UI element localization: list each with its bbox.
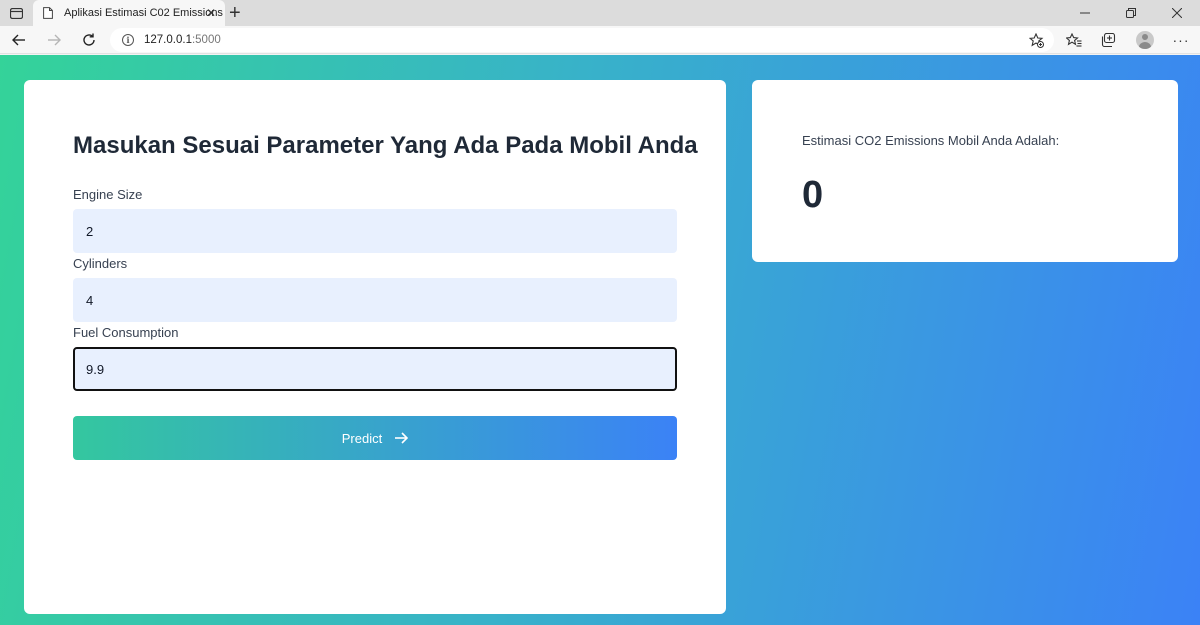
engine-size-input[interactable] [73, 209, 677, 253]
page-favicon-icon [43, 6, 55, 20]
fuel-consumption-label: Fuel Consumption [73, 325, 179, 340]
page-viewport: Masukan Sesuai Parameter Yang Ada Pada M… [0, 55, 1200, 625]
form-card: Masukan Sesuai Parameter Yang Ada Pada M… [24, 80, 726, 614]
result-label: Estimasi CO2 Emissions Mobil Anda Adalah… [802, 133, 1060, 148]
browser-tab-bar: Aplikasi Estimasi C02 Emissions ✕ + [0, 0, 1200, 26]
result-value: 0 [802, 174, 824, 216]
predict-button[interactable]: Predict [73, 416, 677, 460]
predict-button-label: Predict [341, 430, 383, 446]
profile-avatar-icon[interactable] [1134, 30, 1156, 50]
fuel-consumption-input[interactable] [73, 347, 677, 391]
url-text: 127.0.0.1:5000 [144, 34, 221, 46]
favorite-star-add-icon[interactable] [1028, 32, 1044, 48]
info-icon[interactable]: i [122, 34, 134, 46]
window-icon[interactable] [8, 5, 24, 21]
result-card: Estimasi CO2 Emissions Mobil Anda Adalah… [752, 80, 1178, 262]
forward-arrow-icon[interactable] [43, 30, 65, 50]
new-tab-button[interactable]: + [229, 3, 241, 23]
refresh-icon[interactable] [78, 30, 100, 50]
back-arrow-icon[interactable] [8, 30, 30, 50]
favorites-icon[interactable] [1063, 30, 1085, 50]
tab-close-icon[interactable]: ✕ [206, 6, 216, 20]
cylinders-label: Cylinders [73, 256, 128, 271]
arrow-right-icon [394, 432, 409, 444]
cylinders-input[interactable] [73, 278, 677, 322]
tab-title: Aplikasi Estimasi C02 Emissions [64, 7, 223, 19]
close-window-icon[interactable] [1154, 0, 1200, 26]
browser-address-bar: i 127.0.0.1:5000 ··· [0, 26, 1200, 54]
more-options-icon[interactable]: ··· [1170, 30, 1192, 50]
form-title: Masukan Sesuai Parameter Yang Ada Pada M… [73, 132, 698, 159]
url-bar[interactable]: i 127.0.0.1:5000 [110, 28, 1054, 52]
window-controls [1062, 0, 1200, 26]
restore-icon[interactable] [1108, 0, 1154, 26]
minimize-icon[interactable] [1062, 0, 1108, 26]
engine-size-label: Engine Size [73, 187, 143, 202]
browser-tab[interactable]: Aplikasi Estimasi C02 Emissions ✕ [33, 0, 225, 26]
collections-icon[interactable] [1097, 30, 1119, 50]
